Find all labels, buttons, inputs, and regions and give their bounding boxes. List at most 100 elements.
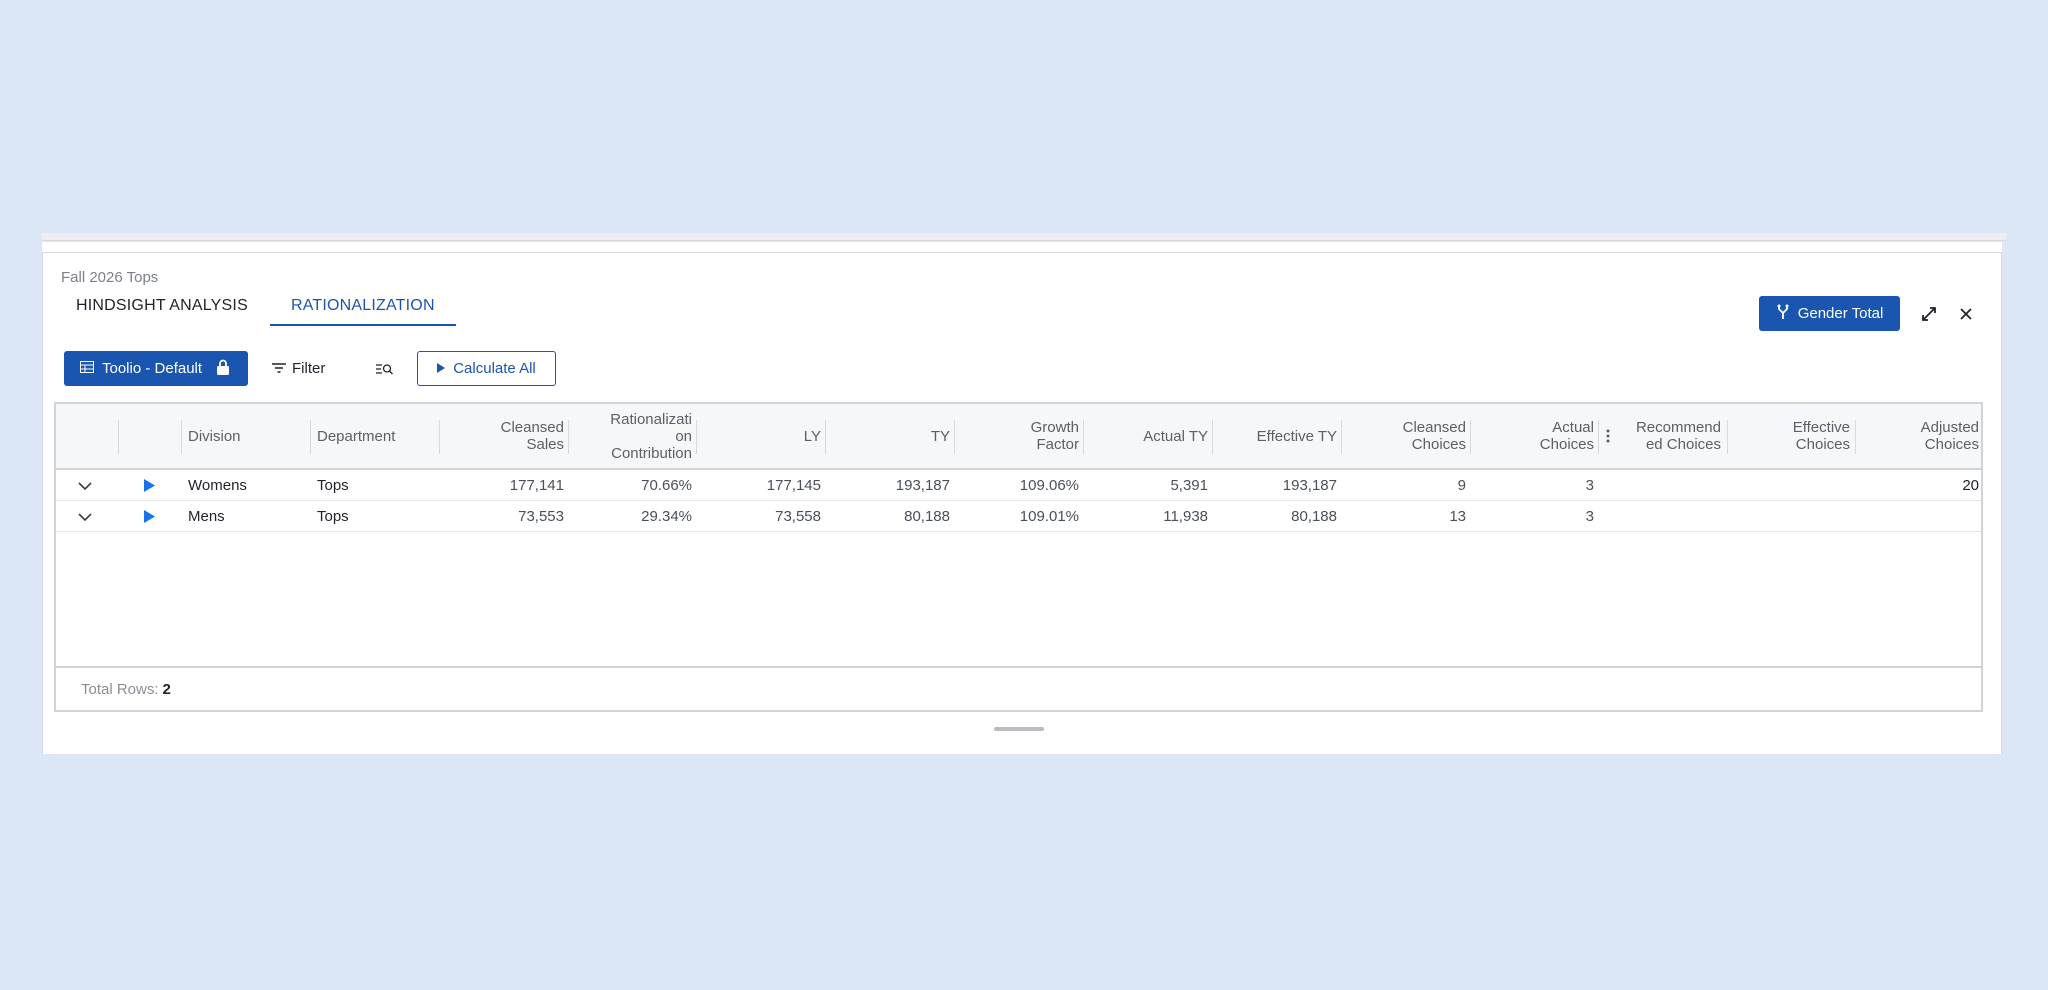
grid-header: Division Department Cleansed Sales Ration… — [56, 404, 1981, 470]
cell-recommended-choices[interactable] — [1616, 470, 1721, 501]
cell-actual-ty[interactable]: 11,938 — [1088, 501, 1208, 532]
cell-rationalization[interactable]: 70.66% — [573, 470, 692, 501]
cell-ly[interactable]: 73,558 — [701, 501, 821, 532]
header-line: Effective — [1792, 419, 1850, 436]
header-growth-factor[interactable]: Growth Factor — [959, 404, 1079, 468]
header-adjusted-choices[interactable]: Adjusted Choices — [1860, 404, 1979, 468]
view-select-button[interactable]: Toolio - Default — [64, 351, 248, 386]
filter-icon — [272, 360, 286, 377]
header-line: Recommend — [1635, 419, 1721, 436]
column-separator — [825, 420, 826, 454]
panel-title: Fall 2026 Tops — [61, 269, 159, 286]
view-label: Toolio - Default — [102, 360, 203, 377]
header-line: on — [675, 427, 692, 445]
play-row-icon[interactable] — [144, 470, 164, 501]
search-columns-icon[interactable] — [370, 351, 400, 386]
cell-actual-choices[interactable]: 3 — [1475, 501, 1594, 532]
cell-actual-choices[interactable]: 3 — [1475, 470, 1594, 501]
panel-top-strip — [42, 233, 2006, 241]
calculate-all-label: Calculate All — [453, 360, 536, 377]
header-line: Contribution — [611, 444, 692, 462]
header-rationalization-contribution[interactable]: Rationalizati on Contribution — [573, 404, 692, 468]
header-actual-ty[interactable]: Actual TY — [1088, 404, 1208, 468]
filter-button[interactable]: Filter — [272, 351, 325, 386]
header-actual-choices[interactable]: Actual Choices — [1475, 404, 1594, 468]
header-department[interactable]: Department — [317, 404, 437, 468]
column-separator — [954, 420, 955, 454]
tab-hindsight-analysis[interactable]: HINDSIGHT ANALYSIS — [62, 294, 262, 326]
expand-icon[interactable] — [1917, 302, 1941, 326]
column-menu-icon[interactable] — [1606, 404, 1616, 468]
cell-actual-ty[interactable]: 5,391 — [1088, 470, 1208, 501]
cell-effective-choices[interactable] — [1732, 501, 1850, 532]
play-row-icon[interactable] — [144, 501, 164, 532]
tab-bar: HINDSIGHT ANALYSIS RATIONALIZATION — [62, 294, 456, 326]
grid-footer: Total Rows: 2 — [56, 666, 1981, 710]
cell-effective-ty[interactable]: 80,188 — [1217, 501, 1337, 532]
cell-recommended-choices[interactable] — [1616, 501, 1721, 532]
rationalization-panel: Fall 2026 Tops HINDSIGHT ANALYSIS RATION… — [42, 242, 2002, 754]
column-separator — [118, 420, 119, 454]
cell-growth-factor[interactable]: 109.01% — [959, 501, 1079, 532]
cell-cleansed-choices[interactable]: 13 — [1346, 501, 1466, 532]
cell-department: Tops — [317, 477, 349, 494]
column-separator — [1083, 420, 1084, 454]
table-row[interactable]: Mens Tops 73,553 29.34% 73,558 80,188 10… — [56, 501, 1981, 532]
cell-cleansed-sales[interactable]: 177,141 — [444, 470, 564, 501]
cell-effective-choices[interactable] — [1732, 470, 1850, 501]
header-line: Rationalizati — [610, 410, 692, 428]
filter-label: Filter — [292, 360, 326, 377]
cell-division: Mens — [188, 508, 225, 525]
cell-effective-ty[interactable]: 193,187 — [1217, 470, 1337, 501]
cell-adjusted-choices[interactable]: 20 — [1860, 470, 1979, 501]
column-separator — [1212, 420, 1213, 454]
cell-growth-factor[interactable]: 109.06% — [959, 470, 1079, 501]
header-line: Cleansed — [500, 419, 564, 436]
header-cleansed-sales[interactable]: Cleansed Sales — [444, 404, 564, 468]
header-line: Choices — [1924, 436, 1979, 453]
resize-handle[interactable] — [994, 727, 1044, 731]
tab-rationalization[interactable]: RATIONALIZATION — [269, 294, 456, 326]
header-recommended-choices[interactable]: Recommend ed Choices — [1616, 404, 1721, 468]
cell-cleansed-sales[interactable]: 73,553 — [444, 501, 564, 532]
header-effective-ty[interactable]: Effective TY — [1217, 404, 1337, 468]
header-line: ed Choices — [1645, 436, 1721, 453]
header-line: Choices — [1539, 436, 1594, 453]
total-rows-count: 2 — [162, 680, 171, 698]
column-separator — [1855, 420, 1856, 454]
column-separator — [1341, 420, 1342, 454]
column-separator — [568, 420, 569, 454]
total-rows-label: Total Rows: — [81, 680, 159, 698]
header-line: Sales — [526, 436, 564, 453]
column-separator — [439, 420, 440, 454]
column-separator — [181, 420, 182, 454]
cell-adjusted-choices[interactable] — [1860, 501, 1979, 532]
header-ty[interactable]: TY — [830, 404, 950, 468]
cell-rationalization[interactable]: 29.34% — [573, 501, 692, 532]
chevron-down-icon[interactable] — [78, 470, 98, 501]
column-separator — [1470, 420, 1471, 454]
close-icon[interactable] — [1954, 302, 1978, 326]
header-line: Cleansed — [1402, 419, 1466, 436]
column-separator — [1598, 420, 1599, 454]
header-line: Actual — [1552, 419, 1594, 436]
table-row[interactable]: Womens Tops 177,141 70.66% 177,145 193,1… — [56, 470, 1981, 501]
header-line: Growth — [1030, 419, 1079, 436]
chevron-down-icon[interactable] — [78, 501, 98, 532]
header-ly[interactable]: LY — [701, 404, 821, 468]
data-grid: Division Department Cleansed Sales Ration… — [54, 402, 1983, 712]
column-separator — [310, 420, 311, 454]
column-separator — [1727, 420, 1728, 454]
cell-cleansed-choices[interactable]: 9 — [1346, 470, 1466, 501]
cell-ly[interactable]: 177,145 — [701, 470, 821, 501]
cell-ty[interactable]: 193,187 — [830, 470, 950, 501]
table-icon — [80, 360, 94, 377]
gender-total-button[interactable]: Gender Total — [1759, 296, 1900, 331]
column-separator — [696, 420, 697, 454]
header-effective-choices[interactable]: Effective Choices — [1732, 404, 1850, 468]
header-cleansed-choices[interactable]: Cleansed Choices — [1346, 404, 1466, 468]
header-division[interactable]: Division — [188, 404, 308, 468]
header-line: Factor — [1036, 436, 1079, 453]
cell-ty[interactable]: 80,188 — [830, 501, 950, 532]
calculate-all-button[interactable]: Calculate All — [417, 351, 556, 386]
